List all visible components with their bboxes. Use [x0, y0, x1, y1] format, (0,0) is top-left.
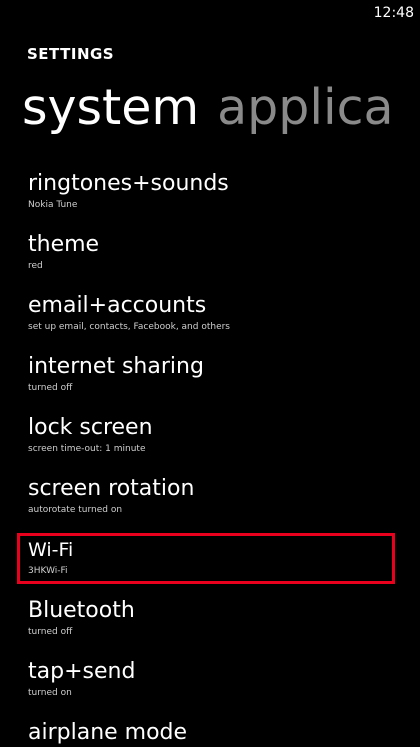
- setting-subtitle: turned on: [28, 688, 72, 698]
- setting-subtitle: turned off: [28, 627, 73, 637]
- setting-label: tap+send: [28, 659, 136, 684]
- setting-label: lock screen: [28, 415, 153, 440]
- setting-label: Bluetooth: [28, 598, 135, 623]
- setting-item-wifi[interactable]: Wi-Fi 3HKWi-Fi: [0, 533, 420, 597]
- setting-subtitle: set up email, contacts, Facebook, and ot…: [28, 322, 230, 332]
- setting-subtitle: screen time-out: 1 minute: [28, 444, 146, 454]
- setting-item-screen-rotation[interactable]: screen rotation autorotate turned on: [0, 475, 420, 536]
- settings-list: ringtones+sounds Nokia Tune theme red em…: [0, 170, 420, 747]
- setting-item-lock-screen[interactable]: lock screen screen time-out: 1 minute: [0, 414, 420, 475]
- app-title: SETTINGS: [27, 45, 115, 63]
- setting-label: theme: [28, 232, 100, 257]
- status-bar: 12:48: [0, 0, 420, 30]
- setting-subtitle: turned off: [28, 383, 73, 393]
- pivot-header: system applica: [22, 78, 394, 138]
- pivot-item-applications[interactable]: applica: [217, 79, 393, 136]
- settings-screen: 12:48 SETTINGS system applica ringtones+s…: [0, 0, 420, 747]
- setting-label: screen rotation: [28, 476, 195, 501]
- setting-label: internet sharing: [28, 354, 204, 379]
- setting-item-tap-send[interactable]: tap+send turned on: [0, 658, 420, 719]
- setting-item-airplane-mode[interactable]: airplane mode: [0, 719, 420, 747]
- status-clock: 12:48: [373, 5, 414, 21]
- setting-item-bluetooth[interactable]: Bluetooth turned off: [0, 597, 420, 658]
- pivot-item-system[interactable]: system: [22, 79, 199, 136]
- setting-item-theme[interactable]: theme red: [0, 231, 420, 292]
- setting-item-internet-sharing[interactable]: internet sharing turned off: [0, 353, 420, 414]
- setting-subtitle: red: [28, 261, 43, 271]
- setting-label: ringtones+sounds: [28, 171, 229, 196]
- setting-label: airplane mode: [28, 720, 188, 745]
- setting-item-ringtones-sounds[interactable]: ringtones+sounds Nokia Tune: [0, 170, 420, 231]
- setting-label: email+accounts: [28, 293, 207, 318]
- setting-item-email-accounts[interactable]: email+accounts set up email, contacts, F…: [0, 292, 420, 353]
- setting-subtitle: Nokia Tune: [28, 200, 78, 210]
- setting-subtitle: autorotate turned on: [28, 505, 123, 515]
- setting-label: Wi-Fi: [28, 539, 74, 561]
- setting-subtitle: 3HKWi-Fi: [28, 566, 68, 576]
